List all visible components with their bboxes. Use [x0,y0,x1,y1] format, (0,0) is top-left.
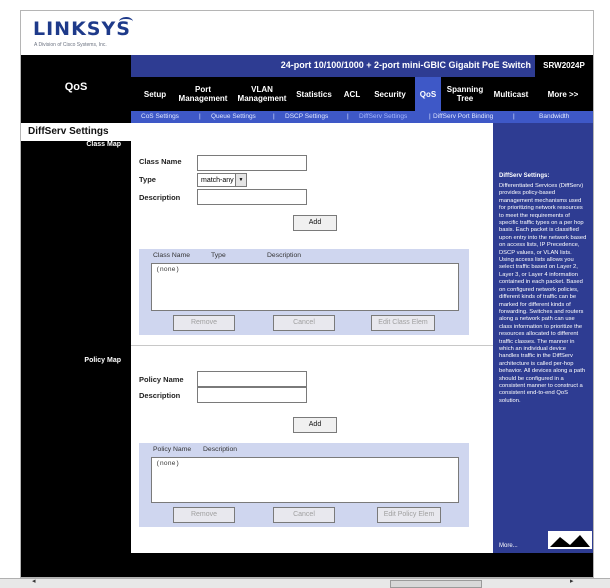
browser-frame: LINKSYS A Division of Cisco Systems, Inc… [20,10,594,578]
column-header-policy-name: Policy Name [153,446,192,453]
page-title: DiffServ Settings [28,126,109,137]
tab-statistics[interactable]: Statistics [293,77,335,111]
tab-acl[interactable]: ACL [339,77,365,111]
class-cancel-button[interactable]: Cancel [273,315,335,331]
policy-name-input[interactable] [197,371,307,387]
subnav-separator: | [199,112,201,120]
type-label: Type [139,175,156,184]
model-number: SRW2024P [535,55,593,77]
list-item[interactable]: (none) [152,264,458,275]
class-remove-button[interactable]: Remove [173,315,235,331]
subnav-separator: | [429,112,431,120]
class-add-button[interactable]: Add [293,215,337,231]
tab-qos[interactable]: QoS [415,77,441,111]
logo-tagline: A Division of Cisco Systems, Inc. [34,42,107,48]
policy-list-panel: Policy Name Description (none) Remove Ca… [139,443,469,527]
edit-class-elem-button[interactable]: Edit Class Elem [371,315,435,331]
sub-nav: CoS Settings | Queue Settings | DSCP Set… [131,111,593,123]
type-select-value: match-any [201,176,234,184]
section-divider [131,345,493,346]
subnav-separator: | [513,112,515,120]
subnav-dscp-settings[interactable]: DSCP Settings [285,113,328,120]
policy-remove-button[interactable]: Remove [173,507,235,523]
help-title: DiffServ Settings: [499,173,550,179]
main-nav: Setup Port Management VLAN Management St… [131,77,593,111]
policy-description-label: Description [139,391,181,400]
help-more-link[interactable]: More... [499,543,518,550]
class-description-input[interactable] [197,189,307,205]
chevron-down-icon: ▼ [235,174,246,186]
tab-vlan-management[interactable]: VLAN Management [235,77,289,111]
class-map-label: Class Map [86,141,121,148]
column-header-class-name: Class Name [153,252,191,259]
column-header-description: Description [267,252,301,259]
tab-more[interactable]: More >> [537,77,589,111]
edit-policy-elem-button[interactable]: Edit Policy Elem [377,507,441,523]
list-item[interactable]: (none) [152,458,458,469]
help-footer [493,553,593,577]
policy-description-input[interactable] [197,387,307,403]
policy-listbox[interactable]: (none) [151,457,459,503]
column-header-policy-description: Description [203,446,237,453]
footer-bar [131,553,493,577]
tab-port-management[interactable]: Port Management [175,77,231,111]
help-panel: DiffServ Settings: Differentiated Servic… [493,123,593,553]
tab-spanning-tree[interactable]: Spanning Tree [445,77,485,111]
class-listbox[interactable]: (none) [151,263,459,311]
subnav-separator: | [273,112,275,120]
logo-swoosh-icon [119,17,133,26]
help-body: Differentiated Services (DiffServ) provi… [499,183,587,404]
type-select[interactable]: match-any ▼ [197,173,247,187]
policy-add-button[interactable]: Add [293,417,337,433]
product-name: 24-port 10/100/1000 + 2-port mini-GBIC G… [280,60,531,70]
policy-cancel-button[interactable]: Cancel [273,507,335,523]
tab-setup[interactable]: Setup [139,77,171,111]
subnav-diffserv-port-binding[interactable]: DiffServ Port Binding [433,113,493,120]
class-name-label: Class Name [139,157,182,166]
subnav-cos-settings[interactable]: CoS Settings [141,113,179,120]
column-header-type: Type [211,252,226,259]
subnav-diffserv-settings[interactable]: DiffServ Settings [359,113,407,120]
tab-security[interactable]: Security [369,77,411,111]
class-list-panel: Class Name Type Description (none) Remov… [139,249,469,335]
brand-bar: LINKSYS A Division of Cisco Systems, Inc… [21,11,593,55]
section-title: QoS [64,81,88,93]
product-bar: 24-port 10/100/1000 + 2-port mini-GBIC G… [131,55,593,77]
tab-multicast[interactable]: Multicast [489,77,533,111]
subnav-bandwidth[interactable]: Bandwidth [539,113,569,120]
policy-map-label: Policy Map [84,357,121,364]
class-name-input[interactable] [197,155,307,171]
linksys-logo: LINKSYS [33,18,131,40]
policy-name-label: Policy Name [139,375,184,384]
cisco-systems-logo [548,531,592,549]
description-label: Description [139,193,181,202]
scroll-left-icon[interactable]: ◂ [32,577,36,585]
scroll-right-icon[interactable]: ▸ [570,577,574,585]
main-content: Class Name Type match-any ▼ Description … [131,123,493,577]
subnav-separator: | [347,112,349,120]
subnav-queue-settings[interactable]: Queue Settings [211,113,256,120]
page-header: DiffServ Settings [21,123,131,141]
